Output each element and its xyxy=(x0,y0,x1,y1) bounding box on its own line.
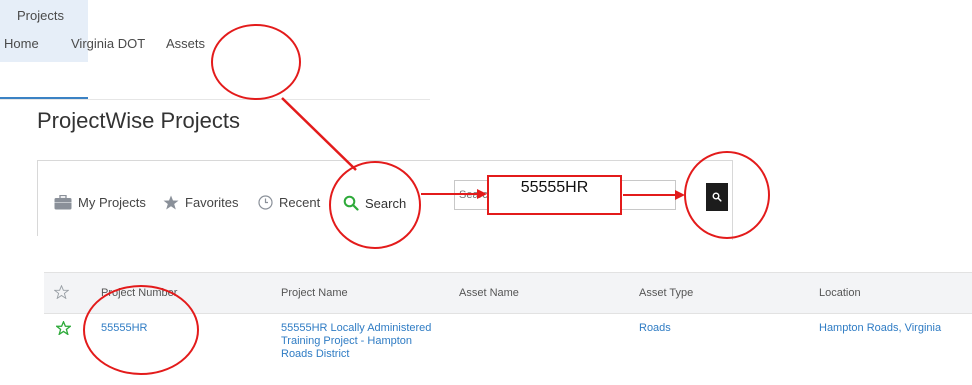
search-tab-label: Search xyxy=(365,195,407,211)
nav-virginia-dot[interactable]: Virginia DOT xyxy=(71,36,145,51)
search-tab-button[interactable]: Search xyxy=(343,195,406,211)
asset-type-link[interactable]: Roads xyxy=(639,322,671,335)
column-header-project-number[interactable]: Project Number xyxy=(101,287,177,299)
nav-projects-label: Projects xyxy=(17,8,64,23)
panel-border-top xyxy=(37,160,732,161)
clock-icon xyxy=(258,195,273,210)
favorite-star-icon[interactable] xyxy=(56,321,71,335)
recent-button[interactable]: Recent xyxy=(258,195,320,210)
search-icon xyxy=(343,195,359,211)
nav-home[interactable]: Home xyxy=(4,36,39,51)
star-outline-icon[interactable] xyxy=(54,285,69,299)
my-projects-button[interactable]: My Projects xyxy=(54,195,146,210)
search-icon xyxy=(712,192,722,202)
location-link[interactable]: Hampton Roads, Virginia xyxy=(819,322,941,335)
search-value-callout: 55555HR xyxy=(487,175,622,215)
project-number-link[interactable]: 55555HR xyxy=(101,322,147,335)
recent-label: Recent xyxy=(279,195,321,210)
my-projects-label: My Projects xyxy=(78,195,146,210)
nav-divider xyxy=(0,99,430,100)
favorites-label: Favorites xyxy=(185,195,239,210)
briefcase-icon xyxy=(54,195,72,210)
project-name-link[interactable]: 55555HR Locally Administered Training Pr… xyxy=(281,322,441,361)
table-header: Project Number Project Name Asset Name A… xyxy=(44,272,972,314)
nav-assets[interactable]: Assets xyxy=(166,36,205,51)
column-header-asset-type[interactable]: Asset Type xyxy=(639,287,693,299)
star-icon xyxy=(163,195,179,210)
nav-projects-tab[interactable]: Projects xyxy=(0,0,88,100)
column-header-project-name[interactable]: Project Name xyxy=(281,287,348,299)
column-header-location[interactable]: Location xyxy=(819,287,861,299)
panel-border-left xyxy=(37,160,38,236)
column-header-asset-name[interactable]: Asset Name xyxy=(459,287,519,299)
favorites-button[interactable]: Favorites xyxy=(163,195,238,210)
panel-border-right xyxy=(732,160,733,240)
top-nav: Home Virginia DOT Assets Projects xyxy=(0,0,430,100)
search-submit-button[interactable] xyxy=(706,183,728,211)
page-title: ProjectWise Projects xyxy=(37,108,240,133)
